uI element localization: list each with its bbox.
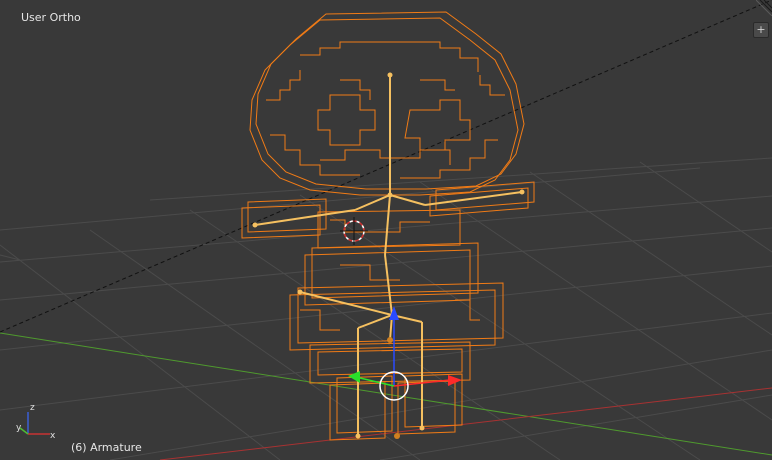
3d-cursor[interactable] xyxy=(340,217,368,245)
active-object-status: (6) Armature xyxy=(71,441,142,454)
area-split-corner[interactable] xyxy=(755,0,772,17)
x-axis-line xyxy=(159,387,772,460)
properties-toggle-button[interactable]: + xyxy=(753,22,769,38)
gizmo-z-label: z xyxy=(30,403,35,413)
view-name-label: User Ortho xyxy=(21,11,81,24)
corner-grip-icon xyxy=(755,0,772,17)
y-handle-arrow xyxy=(348,371,360,383)
gizmo-x-label: x xyxy=(50,431,56,440)
scene-canvas[interactable] xyxy=(0,0,772,460)
3d-viewport[interactable]: User Ortho + z y x (6) Armature xyxy=(0,0,772,460)
floor-grid xyxy=(0,157,772,460)
gizmo-y-label: y xyxy=(16,423,22,433)
axis-orientation-gizmo: z y x xyxy=(16,403,56,440)
